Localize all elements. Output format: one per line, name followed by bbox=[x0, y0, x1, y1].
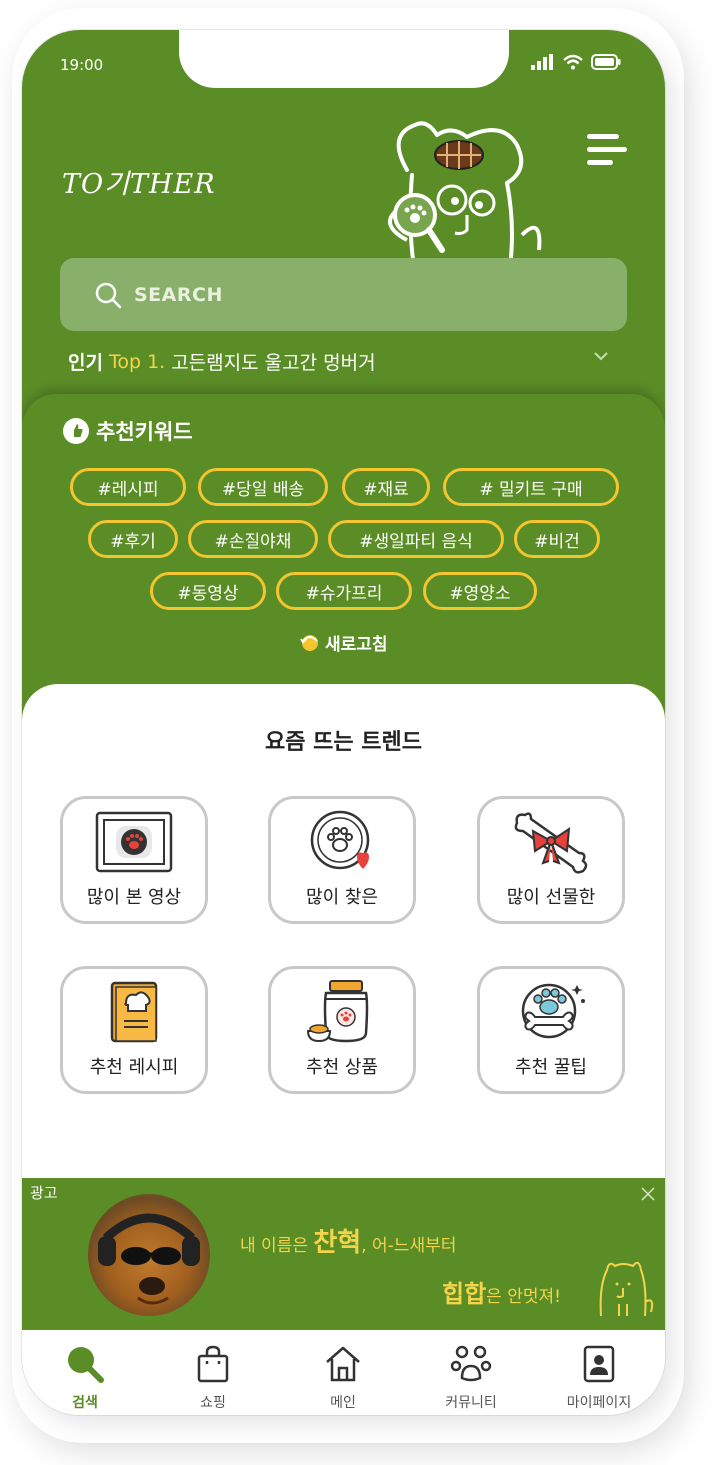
refresh-icon bbox=[300, 634, 318, 651]
keyword-tag[interactable]: #당일 배송 bbox=[198, 468, 328, 506]
popular-text: 고든램지도 울고간 멍버거 bbox=[171, 352, 376, 374]
trend-card-label: 많이 본 영상 bbox=[86, 887, 182, 908]
paw-heart-icon bbox=[310, 810, 370, 870]
chevron-down-icon[interactable] bbox=[592, 350, 610, 362]
trend-card-recommended-tips[interactable]: 추천 꿀팁 bbox=[477, 966, 625, 1094]
trend-card-label: 많이 선물한 bbox=[506, 887, 596, 908]
battery-icon bbox=[591, 54, 621, 70]
keyword-tag[interactable]: #비건 bbox=[514, 520, 600, 558]
keyword-tag[interactable]: #동영상 bbox=[150, 572, 266, 610]
signal-icon bbox=[531, 54, 553, 70]
dog-with-headphones-image bbox=[98, 1213, 200, 1305]
search-bar[interactable]: SEARCH bbox=[60, 258, 627, 331]
home-icon bbox=[326, 1346, 360, 1382]
keyword-title-text: 추천키워드 bbox=[96, 420, 193, 444]
search-icon bbox=[95, 282, 122, 308]
keyword-tag[interactable]: #재료 bbox=[342, 468, 430, 506]
keyword-tag[interactable]: # 밀키트 구매 bbox=[443, 468, 619, 506]
phone-screen: 19:00 TO기THER SEARCH 인기 Top 1. 고든램지도 울고간… bbox=[22, 30, 665, 1415]
trend-card-recommended-recipe[interactable]: 추천 레시피 bbox=[60, 966, 208, 1094]
keyword-title: 추천키워드 bbox=[62, 416, 193, 446]
status-time: 19:00 bbox=[60, 56, 104, 74]
trend-card-label: 추천 꿀팁 bbox=[515, 1057, 587, 1078]
hamburger-icon[interactable] bbox=[587, 134, 627, 170]
search-icon bbox=[68, 1347, 104, 1383]
refresh-label: 새로고침 bbox=[325, 635, 388, 655]
keyword-panel: 추천키워드 #레시피 #당일 배송 #재료 # 밀키트 구매 #후기 #손질야채… bbox=[22, 394, 665, 714]
keyword-tag[interactable]: #손질야채 bbox=[188, 520, 318, 558]
keyword-tag[interactable]: #슈가프리 bbox=[276, 572, 412, 610]
trend-card-most-gifted[interactable]: 많이 선물한 bbox=[477, 796, 625, 924]
tab-label: 메인 bbox=[330, 1395, 356, 1411]
tab-community[interactable]: 커뮤니티 bbox=[416, 1344, 526, 1412]
popular-rank: Top 1. bbox=[108, 350, 166, 373]
ad-highlight: 찬혁 bbox=[313, 1228, 362, 1258]
notch bbox=[179, 30, 509, 88]
status-icons bbox=[531, 54, 621, 70]
popular-ranking[interactable]: 인기 Top 1. 고든램지도 울고간 멍버거 bbox=[68, 348, 376, 375]
popular-prefix: 인기 bbox=[68, 352, 103, 374]
video-paw-icon bbox=[95, 811, 173, 873]
keyword-tag[interactable]: #생일파티 음식 bbox=[328, 520, 504, 558]
bone-ribbon-icon bbox=[514, 812, 588, 874]
trend-card-label: 많이 찾은 bbox=[306, 887, 378, 908]
trend-card-most-searched[interactable]: 많이 찾은 bbox=[268, 796, 416, 924]
ad-banner[interactable]: 광고 내 이름은 찬혁, 어-느새부터 힙합은 안멋져! bbox=[22, 1178, 665, 1330]
tab-label: 검색 bbox=[72, 1395, 98, 1411]
tab-label: 쇼핑 bbox=[200, 1395, 226, 1411]
shopping-bag-icon bbox=[197, 1345, 229, 1383]
keyword-tag[interactable]: #영양소 bbox=[423, 572, 537, 610]
tab-shopping[interactable]: 쇼핑 bbox=[158, 1344, 268, 1412]
paw-bone-tip-icon bbox=[521, 983, 585, 1039]
keyword-tag[interactable]: #후기 bbox=[88, 520, 178, 558]
ad-text: 내 이름은 bbox=[240, 1236, 314, 1256]
trend-card-label: 추천 상품 bbox=[306, 1057, 378, 1078]
ad-label: 광고 bbox=[30, 1184, 58, 1202]
community-icon bbox=[450, 1345, 492, 1382]
ad-line-2: 힙합은 안멋져! bbox=[442, 1274, 561, 1309]
wifi-icon bbox=[563, 54, 583, 70]
trend-card-most-viewed-video[interactable]: 많이 본 영상 bbox=[60, 796, 208, 924]
ad-highlight: 힙합 bbox=[442, 1280, 487, 1308]
dog-doodle-icon bbox=[599, 1261, 654, 1317]
recipe-book-icon bbox=[110, 981, 158, 1043]
tab-label: 마이페이지 bbox=[566, 1395, 632, 1411]
ad-dog-photo bbox=[88, 1194, 210, 1316]
app-logo[interactable]: TO기THER bbox=[62, 162, 216, 201]
food-jar-icon bbox=[306, 980, 369, 1043]
close-icon[interactable] bbox=[640, 1186, 656, 1202]
ad-line-1: 내 이름은 찬혁, 어-느새부터 bbox=[240, 1222, 456, 1259]
tab-mypage[interactable]: 마이페이지 bbox=[544, 1344, 654, 1412]
refresh-button[interactable]: 새로고침 bbox=[299, 630, 388, 655]
ad-text: , 어-느새부터 bbox=[361, 1236, 457, 1256]
trend-title: 요즘 뜨는 트렌드 bbox=[265, 730, 422, 755]
trend-card-label: 추천 레시피 bbox=[89, 1057, 179, 1078]
tab-main[interactable]: 메인 bbox=[288, 1344, 398, 1412]
search-input[interactable]: SEARCH bbox=[134, 284, 223, 306]
tab-label: 커뮤니티 bbox=[445, 1395, 497, 1411]
tab-search[interactable]: 검색 bbox=[30, 1344, 140, 1412]
bottom-tab-bar: 검색 쇼핑 메인 커뮤니티 마이페이지 bbox=[22, 1330, 665, 1415]
ad-text: 은 안멋져! bbox=[486, 1287, 561, 1307]
keyword-tag[interactable]: #레시피 bbox=[70, 468, 186, 506]
trend-card-recommended-product[interactable]: 추천 상품 bbox=[268, 966, 416, 1094]
profile-icon bbox=[583, 1345, 615, 1383]
thumbs-up-icon bbox=[63, 418, 89, 444]
